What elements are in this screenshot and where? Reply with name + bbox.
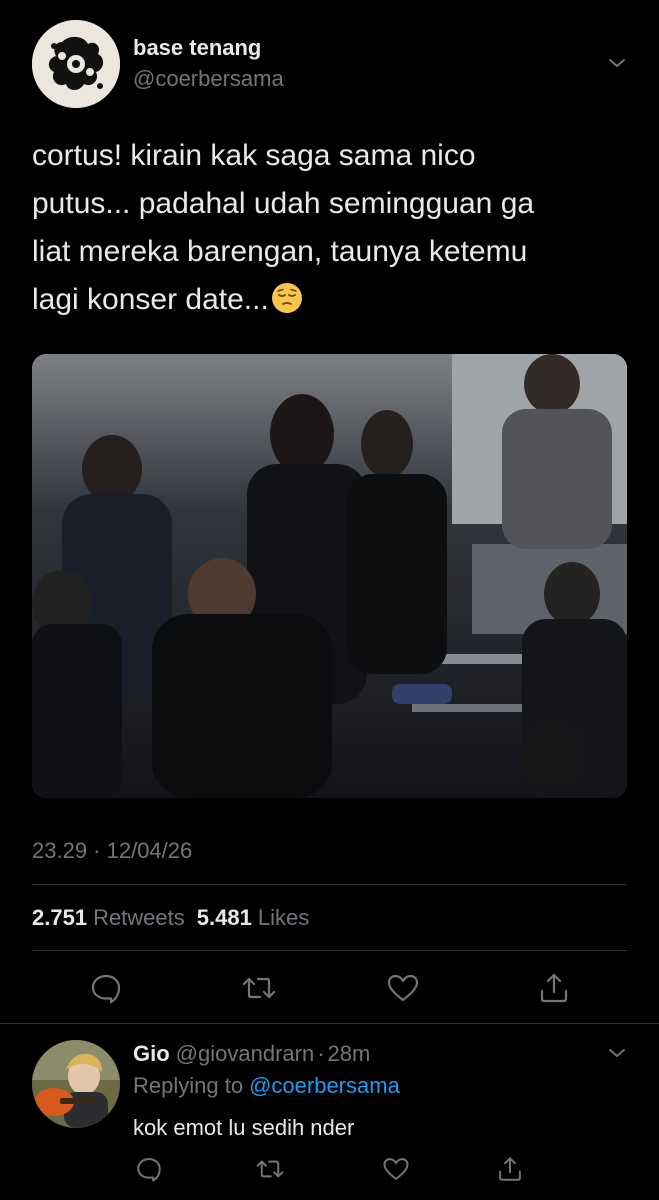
author-avatar[interactable] xyxy=(32,20,120,108)
reply-icon[interactable] xyxy=(135,1155,163,1183)
heart-icon[interactable] xyxy=(382,1155,410,1183)
tweet-media-photo[interactable] xyxy=(32,354,627,798)
reply-author-name[interactable]: Gio xyxy=(133,1041,170,1066)
tweet-text-line: lagi konser date... xyxy=(32,283,269,316)
author-handle[interactable]: @coerbersama xyxy=(133,66,284,92)
tweet-timestamp[interactable]: 23.29 · 12/04/26 xyxy=(32,838,192,864)
retweet-icon[interactable] xyxy=(256,1155,284,1183)
chevron-down-icon[interactable] xyxy=(606,1042,628,1064)
chevron-down-icon[interactable] xyxy=(606,52,628,74)
reply-header: Gio @giovandrarn · 28m xyxy=(133,1041,370,1067)
share-icon[interactable] xyxy=(537,971,571,1005)
replying-to-handle[interactable]: @coerbersama xyxy=(249,1073,400,1098)
pensive-face-icon xyxy=(271,281,303,313)
retweet-icon[interactable] xyxy=(242,971,276,1005)
share-icon[interactable] xyxy=(496,1155,524,1183)
reply-icon[interactable] xyxy=(89,971,123,1005)
retweets-count[interactable]: 2.751 xyxy=(32,905,87,930)
reply-author-avatar[interactable] xyxy=(32,1040,120,1128)
tweet-text-line: liat mereka barengan, taunya ketemu xyxy=(32,235,528,268)
reply-text: kok emot lu sedih nder xyxy=(133,1115,355,1140)
divider xyxy=(32,884,627,885)
heart-icon[interactable] xyxy=(386,971,420,1005)
tweet-stats: 2.751 Retweets 5.481 Likes xyxy=(32,905,321,931)
reply-author-handle[interactable]: @giovandrarn xyxy=(176,1041,315,1066)
replying-to-label: Replying to xyxy=(133,1073,244,1098)
replying-to-line: Replying to @coerbersama xyxy=(133,1073,400,1099)
author-display-name[interactable]: base tenang xyxy=(133,35,261,61)
reply-separator: · xyxy=(317,1041,325,1066)
likes-label[interactable]: Likes xyxy=(258,905,309,930)
tweet-text-line-last: lagi konser date... xyxy=(32,276,632,324)
tweet-text-line: putus... padahal udah semingguan ga xyxy=(32,187,535,220)
divider xyxy=(0,1023,659,1024)
divider xyxy=(32,950,627,951)
likes-count[interactable]: 5.481 xyxy=(197,905,252,930)
retweets-label[interactable]: Retweets xyxy=(93,905,185,930)
tweet-text-line: cortus! kirain kak saga sama nico xyxy=(32,139,476,172)
reply-time[interactable]: 28m xyxy=(328,1041,371,1066)
tweet-text: cortus! kirain kak saga sama nico putus.… xyxy=(32,132,632,324)
